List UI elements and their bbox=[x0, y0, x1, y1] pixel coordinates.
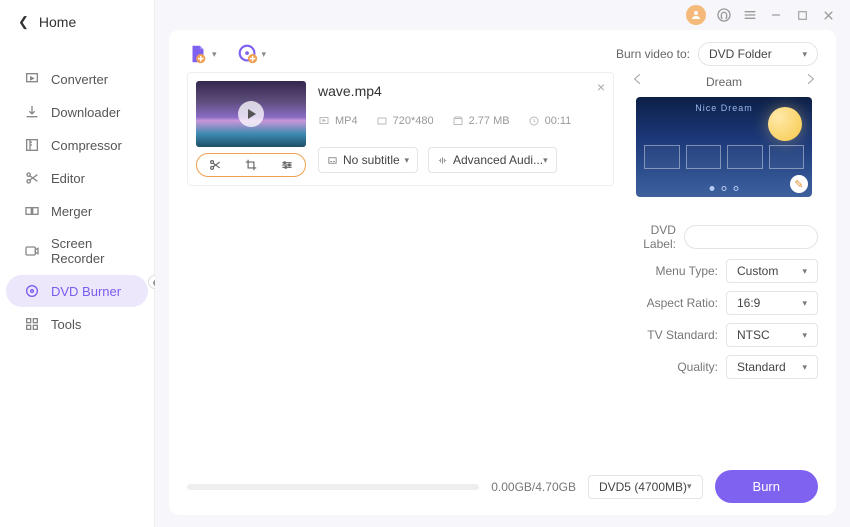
sidebar: ❮ Home Converter Downloader Compressor E… bbox=[0, 0, 155, 527]
resolution-icon bbox=[376, 115, 388, 127]
clock-icon bbox=[528, 115, 540, 127]
record-icon bbox=[24, 243, 40, 259]
moon-graphic bbox=[768, 107, 802, 141]
format-value: MP4 bbox=[335, 115, 358, 127]
sidebar-label: Compressor bbox=[51, 138, 122, 153]
home-label: Home bbox=[39, 14, 76, 30]
quality-label: Quality: bbox=[677, 360, 718, 374]
support-icon[interactable] bbox=[716, 7, 732, 23]
duration-value: 00:11 bbox=[545, 115, 572, 127]
chevron-down-icon: ▾ bbox=[543, 155, 548, 166]
download-icon bbox=[24, 104, 40, 120]
tv-standard-label: TV Standard: bbox=[647, 328, 718, 342]
size-value: 2.77 MB bbox=[469, 115, 510, 127]
sidebar-label: Tools bbox=[51, 317, 81, 332]
sidebar-item-editor[interactable]: Editor bbox=[6, 162, 148, 194]
chevron-down-icon: ▾ bbox=[802, 330, 807, 341]
sidebar-item-dvd-burner[interactable]: DVD Burner bbox=[6, 275, 148, 307]
chevron-down-icon: ▾ bbox=[262, 49, 267, 60]
subtitle-value: No subtitle bbox=[343, 153, 400, 167]
back-icon[interactable]: ❮ bbox=[18, 14, 29, 30]
sidebar-item-compressor[interactable]: Compressor bbox=[6, 129, 148, 161]
disc-usage-bar bbox=[187, 484, 479, 490]
minimize-button[interactable] bbox=[768, 7, 784, 23]
sidebar-label: Editor bbox=[51, 171, 85, 186]
resolution-value: 720*480 bbox=[393, 115, 434, 127]
format-icon bbox=[318, 115, 330, 127]
burn-to-select[interactable]: DVD Folder ▾ bbox=[698, 42, 818, 66]
disc-icon bbox=[24, 283, 40, 299]
menu-type-label: Menu Type: bbox=[656, 264, 718, 278]
menu-icon[interactable] bbox=[742, 7, 758, 23]
sidebar-label: Converter bbox=[51, 72, 108, 87]
chevron-down-icon: ▾ bbox=[802, 298, 807, 309]
bottom-bar: 0.00GB/4.70GB DVD5 (4700MB)▾ Burn bbox=[187, 462, 818, 503]
effects-button[interactable] bbox=[280, 158, 294, 172]
compress-icon bbox=[24, 137, 40, 153]
titlebar bbox=[155, 0, 850, 30]
dvd-label-label: DVD Label: bbox=[630, 223, 676, 251]
main-area: ▾ ▾ Burn video to: DVD Folder ▾ × bbox=[155, 0, 850, 527]
grid-icon bbox=[24, 316, 40, 332]
sidebar-item-screen-recorder[interactable]: Screen Recorder bbox=[6, 228, 148, 274]
prev-template-button[interactable] bbox=[630, 72, 644, 91]
sidebar-item-merger[interactable]: Merger bbox=[6, 195, 148, 227]
close-button[interactable] bbox=[820, 7, 836, 23]
sidebar-label: Downloader bbox=[51, 105, 120, 120]
crop-button[interactable] bbox=[244, 158, 258, 172]
tv-standard-select[interactable]: NTSC▾ bbox=[726, 323, 818, 347]
add-disc-icon bbox=[237, 43, 259, 65]
sidebar-header: ❮ Home bbox=[0, 0, 154, 44]
chevron-down-icon: ▾ bbox=[802, 266, 807, 277]
sidebar-item-converter[interactable]: Converter bbox=[6, 63, 148, 95]
chevron-down-icon: ▾ bbox=[802, 362, 807, 373]
size-icon bbox=[452, 115, 464, 127]
template-preview: Nice Dream ✎ bbox=[636, 97, 812, 197]
audio-select[interactable]: Advanced Audi... ▾ bbox=[428, 147, 557, 173]
aspect-ratio-select[interactable]: 16:9▾ bbox=[726, 291, 818, 315]
sidebar-item-downloader[interactable]: Downloader bbox=[6, 96, 148, 128]
burn-to-value: DVD Folder bbox=[709, 47, 772, 61]
subtitle-icon bbox=[327, 155, 338, 166]
chevron-down-icon: ▾ bbox=[802, 49, 807, 60]
chevron-down-icon: ▾ bbox=[687, 481, 692, 492]
chevron-down-icon: ▾ bbox=[404, 155, 409, 166]
file-card: × wave.mp4 MP4 bbox=[187, 72, 614, 186]
add-disc-button[interactable]: ▾ bbox=[237, 43, 267, 65]
content-card: ▾ ▾ Burn video to: DVD Folder ▾ × bbox=[169, 30, 836, 515]
burn-button[interactable]: Burn bbox=[715, 470, 818, 503]
maximize-button[interactable] bbox=[794, 7, 810, 23]
sidebar-item-tools[interactable]: Tools bbox=[6, 308, 148, 340]
disc-usage-text: 0.00GB/4.70GB bbox=[491, 480, 576, 494]
chevron-down-icon: ▾ bbox=[212, 49, 217, 60]
aspect-ratio-label: Aspect Ratio: bbox=[647, 296, 718, 310]
converter-icon bbox=[24, 71, 40, 87]
add-file-icon bbox=[187, 43, 209, 65]
avatar[interactable] bbox=[686, 5, 706, 25]
next-template-button[interactable] bbox=[804, 72, 818, 91]
subtitle-select[interactable]: No subtitle ▾ bbox=[318, 147, 418, 173]
sidebar-label: DVD Burner bbox=[51, 284, 121, 299]
add-file-button[interactable]: ▾ bbox=[187, 43, 217, 65]
remove-file-button[interactable]: × bbox=[597, 79, 605, 95]
quality-select[interactable]: Standard▾ bbox=[726, 355, 818, 379]
template-title: Dream bbox=[706, 75, 742, 89]
audio-value: Advanced Audi... bbox=[453, 153, 543, 167]
play-icon bbox=[238, 101, 264, 127]
edit-template-button[interactable]: ✎ bbox=[790, 175, 808, 193]
dvd-label-input[interactable] bbox=[684, 225, 818, 249]
merge-icon bbox=[24, 203, 40, 219]
audio-icon bbox=[437, 155, 448, 166]
sidebar-label: Merger bbox=[51, 204, 92, 219]
scissors-icon bbox=[24, 170, 40, 186]
trim-button[interactable] bbox=[208, 158, 222, 172]
thumb-actions bbox=[196, 153, 306, 177]
preview-inner-label: Nice Dream bbox=[695, 103, 753, 113]
video-thumbnail[interactable] bbox=[196, 81, 306, 147]
menu-type-select[interactable]: Custom▾ bbox=[726, 259, 818, 283]
disc-type-select[interactable]: DVD5 (4700MB)▾ bbox=[588, 475, 703, 499]
burn-to-label: Burn video to: bbox=[616, 47, 690, 61]
sidebar-label: Screen Recorder bbox=[51, 236, 130, 266]
file-name: wave.mp4 bbox=[318, 83, 605, 99]
